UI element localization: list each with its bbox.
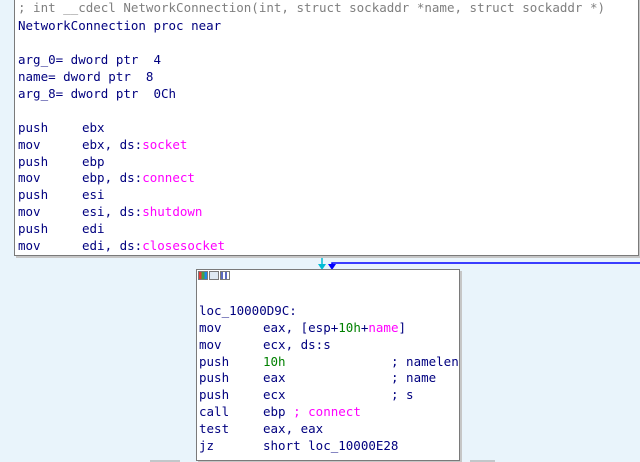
mnemonic: jz [199,437,215,453]
instruction-line[interactable]: push 10h ; namelen [199,353,459,370]
operand: eax, [esp+ [263,320,339,335]
instruction-line[interactable]: mov ebx, ds:socket [18,136,187,153]
mnemonic: push [18,220,49,236]
import-name: connect [142,170,195,186]
operand: edi, ds: [82,237,143,253]
mnemonic: test [199,420,230,436]
immediate-value: 10h [338,320,361,335]
comment: ; s [391,387,414,403]
node-titlebar [197,270,459,282]
mnemonic: mov [18,136,41,152]
instruction-line[interactable]: jz short loc_10000E28 [199,437,398,454]
mnemonic: push [199,353,230,369]
operand: ebp [82,153,105,169]
operand: ebp [263,404,294,419]
immediate-value: 10h [263,353,286,369]
operand: ecx [263,387,286,403]
operand: ] [398,320,407,335]
instruction-line[interactable]: push edi [18,220,105,237]
operand: ecx, ds:s [263,336,331,352]
operand: esi, ds: [82,204,143,219]
mnemonic: mov [18,170,41,186]
arg-definition[interactable]: name= dword ptr 8 [18,68,153,85]
instruction-line[interactable]: call ebp ; connect [199,403,361,420]
function-prologue-block[interactable]: ; int __cdecl NetworkConnection(int, str… [14,0,639,256]
function-signature-comment: ; int __cdecl NetworkConnection(int, str… [18,0,605,15]
operand: eax [263,370,286,386]
instruction-line[interactable]: mov eax, [esp+10h+name] [199,319,406,336]
instruction-line[interactable]: mov ecx, ds:s [199,336,331,353]
mnemonic: mov [18,237,41,253]
mnemonic: mov [199,336,222,352]
instruction-line[interactable]: push esi [18,186,105,203]
proc-declaration[interactable]: NetworkConnection proc near [18,17,221,34]
instruction-line[interactable]: push ebx [18,119,105,136]
instruction-line[interactable]: mov edi, ds:closesocket [18,237,225,254]
mnemonic: push [199,370,230,386]
operand: esi [82,187,105,203]
stack-var: name [368,320,399,335]
import-name: socket [142,136,188,152]
color-picker-icon[interactable] [198,271,208,280]
mnemonic: push [199,387,230,403]
location-label[interactable]: loc_10000D9C: [199,302,297,319]
comment: ; namelen [391,353,459,369]
operand: ebx [82,120,105,135]
arg-definition[interactable]: arg_8= dword ptr 0Ch [18,85,176,102]
instruction-line[interactable]: push eax ; name [199,369,436,386]
mnemonic: call [199,404,230,419]
mnemonic: push [18,153,49,169]
instruction-line[interactable]: push ecx ; s [199,386,414,403]
mnemonic: push [18,120,49,135]
instruction-line[interactable]: mov esi, ds:shutdown [18,203,202,220]
connect-call-block[interactable]: loc_10000D9C: mov eax, [esp+10h+name] mov e… [196,269,460,461]
operand: eax, eax [263,420,324,436]
instruction-line[interactable]: push ebp [18,153,105,170]
mnemonic: mov [199,320,222,335]
instruction-line[interactable]: test eax, eax [199,420,323,437]
comment: ; name [391,370,437,386]
import-name: closesocket [142,237,226,253]
arg-definition[interactable]: arg_0= dword ptr 4 [18,51,161,68]
operand: ebp, ds: [82,170,143,186]
grid-icon[interactable] [220,271,230,280]
operand: edi [82,220,105,236]
operand: short loc_10000E28 [263,437,399,453]
instruction-line[interactable]: mov ebp, ds:connect [18,169,195,186]
mnemonic: push [18,187,49,203]
graph-icon[interactable] [209,271,219,280]
comment: ; connect [293,404,361,419]
mnemonic: mov [18,204,41,219]
operand: ebx, ds: [82,136,143,152]
import-name: shutdown [142,204,203,219]
